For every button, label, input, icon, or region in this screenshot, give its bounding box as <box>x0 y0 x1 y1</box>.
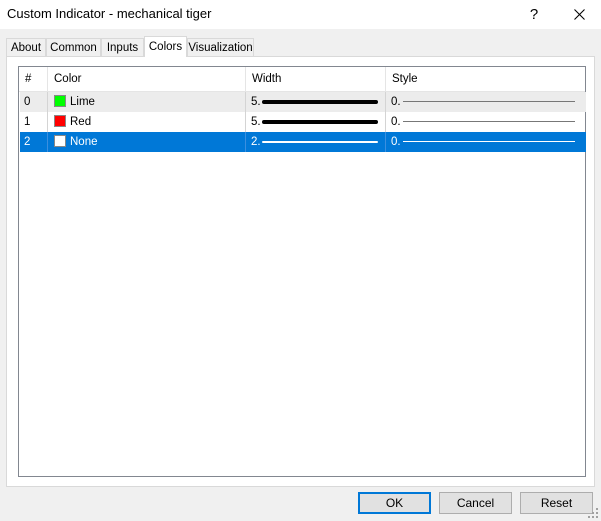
tab-common[interactable]: Common <box>46 38 101 56</box>
title-bar: Custom Indicator - mechanical tiger ? <box>0 0 601 29</box>
style-line-preview <box>403 141 575 142</box>
tab-colors[interactable]: Colors <box>144 36 187 57</box>
header-index[interactable]: # <box>19 67 48 91</box>
tab-inputs[interactable]: Inputs <box>101 38 144 56</box>
color-swatch <box>54 135 66 147</box>
row-index: 0 <box>20 92 48 112</box>
width-value: 2. <box>251 136 261 148</box>
width-cell[interactable]: 5. <box>246 92 386 112</box>
style-value: 0. <box>391 116 401 128</box>
table-row[interactable]: 1 Red 5. 0. <box>20 112 586 132</box>
color-swatch <box>54 95 66 107</box>
style-value: 0. <box>391 136 401 148</box>
header-color[interactable]: Color <box>48 67 246 91</box>
color-swatch <box>54 115 66 127</box>
close-icon <box>573 9 585 20</box>
header-width[interactable]: Width <box>246 67 386 91</box>
color-name: None <box>70 136 98 148</box>
style-line-preview <box>403 101 575 102</box>
tab-visualization[interactable]: Visualization <box>187 38 254 56</box>
style-cell[interactable]: 0. <box>386 112 586 132</box>
style-cell[interactable]: 0. <box>386 92 586 112</box>
width-cell[interactable]: 2. <box>246 132 386 152</box>
row-index: 1 <box>20 112 48 132</box>
header-style[interactable]: Style <box>386 67 585 91</box>
row-index: 2 <box>20 132 48 152</box>
tab-about[interactable]: About <box>6 38 46 56</box>
close-button[interactable] <box>557 0 601 29</box>
grid-header: # Color Width Style <box>19 67 585 92</box>
width-value: 5. <box>251 116 261 128</box>
color-name: Lime <box>70 96 95 108</box>
width-value: 5. <box>251 96 261 108</box>
color-name: Red <box>70 116 92 128</box>
width-line-preview <box>262 120 378 124</box>
width-line-preview <box>262 141 378 143</box>
color-cell[interactable]: None <box>48 132 246 152</box>
style-cell[interactable]: 0. <box>386 132 586 152</box>
window-title: Custom Indicator - mechanical tiger <box>7 6 212 21</box>
ok-button[interactable]: OK <box>358 492 431 514</box>
colors-panel: # Color Width Style 0 Lime 5. 0. 1 Red 5… <box>6 56 595 487</box>
table-row-selected[interactable]: 2 None 2. 0. <box>20 132 586 152</box>
colors-grid[interactable]: # Color Width Style 0 Lime 5. 0. 1 Red 5… <box>18 66 586 477</box>
help-button[interactable]: ? <box>512 0 556 29</box>
width-line-preview <box>262 100 378 104</box>
resize-grip-icon[interactable] <box>588 508 599 519</box>
table-row[interactable]: 0 Lime 5. 0. <box>20 92 586 112</box>
cancel-button[interactable]: Cancel <box>439 492 512 514</box>
reset-button[interactable]: Reset <box>520 492 593 514</box>
style-value: 0. <box>391 96 401 108</box>
width-cell[interactable]: 5. <box>246 112 386 132</box>
style-line-preview <box>403 121 575 122</box>
color-cell[interactable]: Lime <box>48 92 246 112</box>
color-cell[interactable]: Red <box>48 112 246 132</box>
